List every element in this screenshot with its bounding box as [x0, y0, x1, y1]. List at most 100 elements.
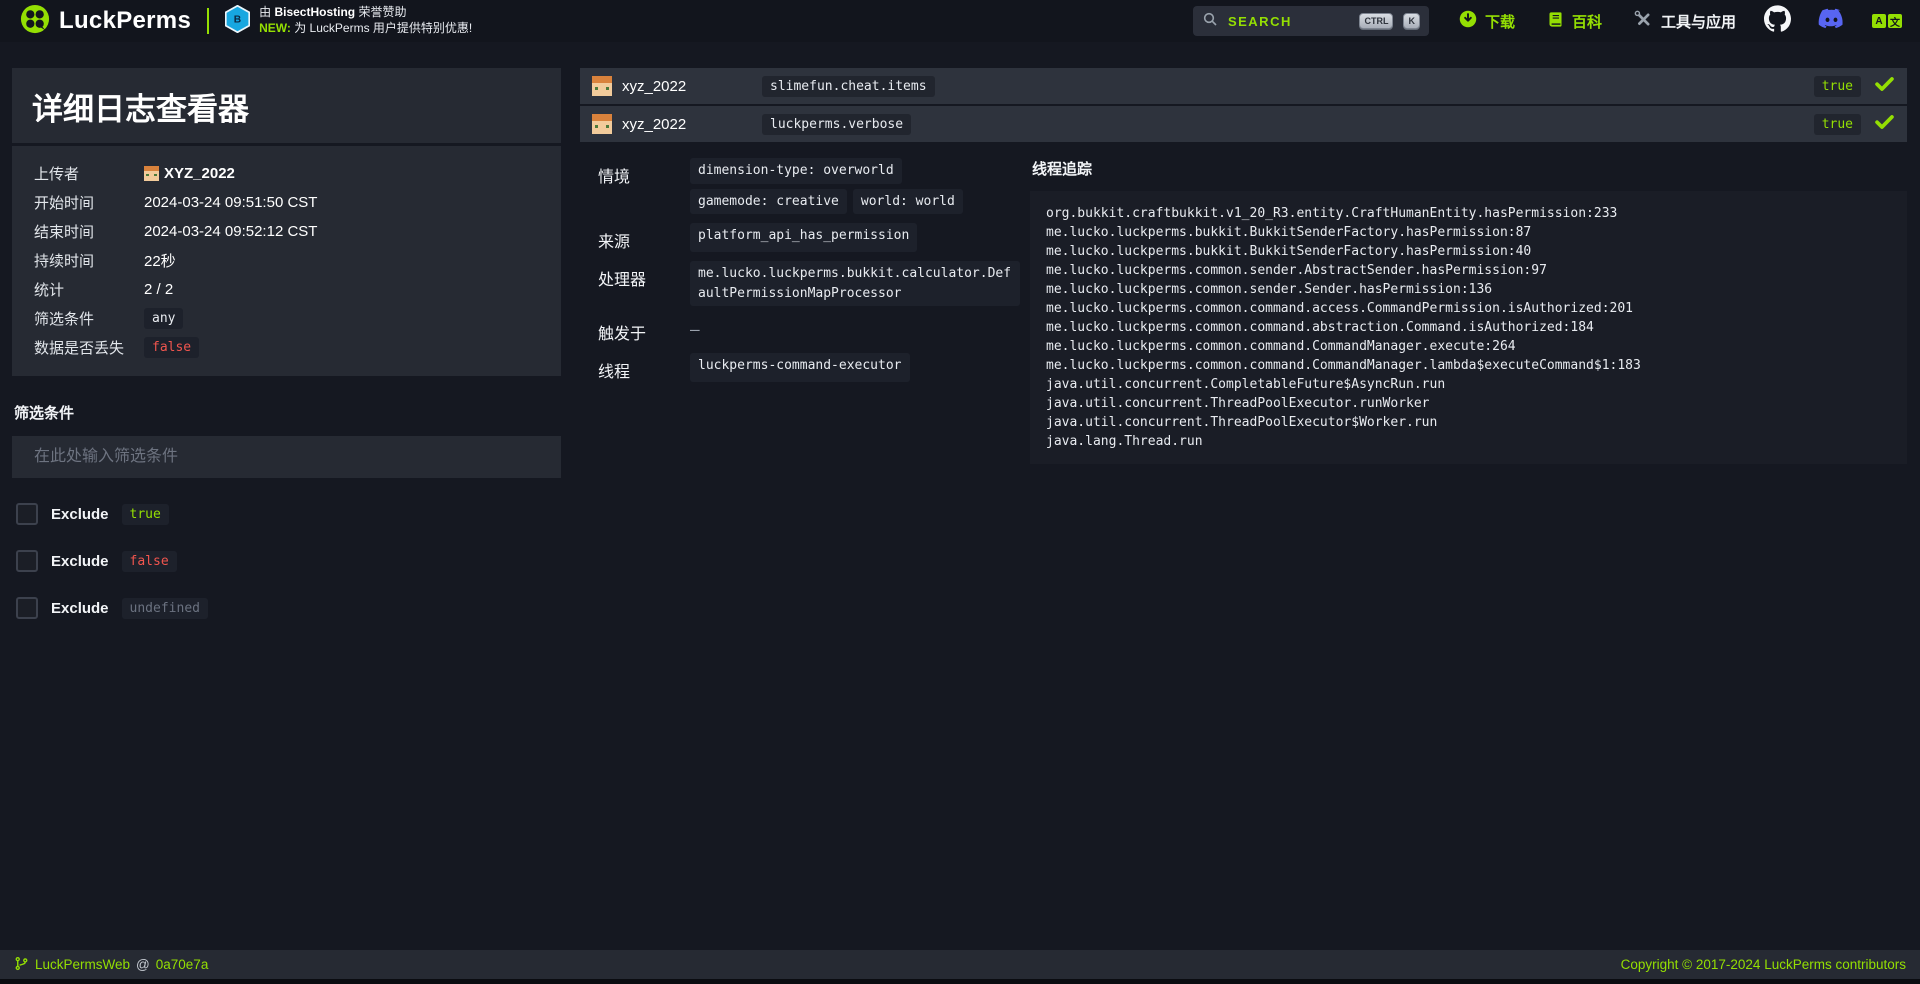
exclude-false-value: false [122, 551, 177, 572]
exclude-false-label: Exclude [51, 553, 109, 570]
exclude-true-value: true [122, 504, 169, 525]
git-branch-icon [14, 956, 29, 974]
footer: LuckPermsWeb @ 0a70e7a Copyright © 2017-… [0, 950, 1920, 979]
thread-value: luckperms-command-executor [690, 353, 910, 382]
exclude-undefined-value: undefined [122, 598, 208, 619]
detail-caused-by-row: 触发于 — [580, 315, 1030, 344]
detail-thread-label: 线程 [580, 353, 690, 382]
sponsor-banner[interactable]: B 由 BisectHosting 荣誉赞助 NEW: 为 LuckPerms … [225, 5, 472, 38]
trace-line: me.lucko.luckperms.common.command.Comman… [1046, 356, 1891, 375]
meta-start-value: 2024-03-24 09:51:50 CST [144, 194, 317, 211]
detail-context-row: 情境 dimension-type: overworld gamemode: c… [580, 158, 1030, 214]
uploader-avatar [144, 166, 159, 181]
svg-text:B: B [234, 14, 241, 25]
meta-duration-row: 持续时间 22秒 [34, 249, 541, 271]
brand-link[interactable]: LuckPerms [20, 4, 191, 39]
meta-truncated-row: 数据是否丢失 false [34, 336, 541, 358]
nav-download[interactable]: 下载 [1459, 10, 1515, 32]
detail-fields: 情境 dimension-type: overworld gamemode: c… [580, 158, 1030, 391]
search-button[interactable]: SEARCH CTRL K [1193, 6, 1429, 36]
meta-duration-label: 持续时间 [34, 250, 144, 271]
github-icon[interactable] [1764, 5, 1791, 37]
context-value: gamemode: creative [690, 189, 847, 215]
book-icon [1547, 11, 1564, 32]
result-row-1[interactable]: xyz_2022 slimefun.cheat.items true [580, 68, 1907, 104]
sponsor-new-tag: NEW: [259, 21, 291, 35]
player-avatar [592, 114, 612, 134]
translate-icon[interactable]: A 文 [1872, 14, 1902, 28]
translate-latin-glyph: A [1872, 14, 1886, 28]
check-icon [1874, 73, 1895, 99]
footer-at-sign: @ [136, 957, 150, 972]
session-meta-panel: 上传者 XYZ_2022 开始时间 2024-03-24 09:51:50 CS… [12, 146, 561, 376]
permission-node: luckperms.verbose [762, 114, 911, 135]
nav-wiki-label: 百科 [1572, 11, 1602, 32]
detail-processor-label: 处理器 [580, 261, 690, 306]
meta-stats-label: 统计 [34, 279, 144, 300]
search-icon [1202, 11, 1218, 32]
trace-line: me.lucko.luckperms.common.sender.Abstrac… [1046, 261, 1891, 280]
meta-truncated-label: 数据是否丢失 [34, 337, 144, 358]
trace-line: java.util.concurrent.CompletableFuture$A… [1046, 375, 1891, 394]
meta-end-value: 2024-03-24 09:52:12 CST [144, 223, 317, 240]
page-title: 详细日志查看器 [32, 84, 541, 129]
nav-items: 下载 百科 [1459, 10, 1736, 33]
trace-section: 线程追踪 org.bukkit.craftbukkit.v1_20_R3.ent… [1030, 158, 1907, 464]
meta-stats-row: 统计 2 / 2 [34, 278, 541, 300]
context-value: world: world [853, 189, 963, 215]
detail-processor-row: 处理器 me.lucko.luckperms.bukkit.calculator… [580, 261, 1030, 306]
meta-start-row: 开始时间 2024-03-24 09:51:50 CST [34, 191, 541, 213]
result-detail-panel: 情境 dimension-type: overworld gamemode: c… [580, 144, 1907, 464]
meta-uploader-row: 上传者 XYZ_2022 [34, 162, 541, 184]
luckperms-verbose-viewer: LuckPerms B 由 BisectHosting 荣誉赞助 NEW: 为 … [0, 0, 1920, 984]
meta-uploader-label: 上传者 [34, 163, 144, 184]
exclude-false-row: Exclude false [12, 550, 561, 572]
nav-download-label: 下载 [1485, 11, 1515, 32]
meta-start-label: 开始时间 [34, 192, 144, 213]
meta-uploader-value: XYZ_2022 [164, 165, 235, 182]
result-row-user: xyz_2022 [592, 76, 762, 96]
footer-repo-link[interactable]: LuckPermsWeb @ 0a70e7a [14, 956, 208, 974]
luckperms-clover-icon [20, 4, 50, 39]
header-icon-buttons: A 文 [1764, 4, 1902, 38]
meta-stats-value: 2 / 2 [144, 281, 173, 298]
trace-line: me.lucko.luckperms.bukkit.BukkitSenderFa… [1046, 242, 1891, 261]
result-row-user: xyz_2022 [592, 114, 762, 134]
results-area: xyz_2022 slimefun.cheat.items true xyz_2… [580, 68, 1907, 464]
detail-context-label: 情境 [580, 158, 690, 214]
brand-name: LuckPerms [59, 7, 191, 35]
translate-cjk-glyph: 文 [1888, 14, 1902, 28]
exclude-undefined-checkbox[interactable] [16, 597, 38, 619]
exclude-true-checkbox[interactable] [16, 503, 38, 525]
permission-node: slimefun.cheat.items [762, 76, 935, 97]
detail-thread-row: 线程 luckperms-command-executor [580, 353, 1030, 382]
trace-line: java.lang.Thread.run [1046, 432, 1891, 451]
check-icon [1874, 111, 1895, 137]
result-value-badge: true [1814, 76, 1861, 97]
discord-icon[interactable] [1817, 4, 1846, 38]
sponsor-name: BisectHosting [274, 5, 355, 19]
trace-line: me.lucko.luckperms.common.command.abstra… [1046, 318, 1891, 337]
trace-line: me.lucko.luckperms.common.command.Comman… [1046, 337, 1891, 356]
page-title-panel: 详细日志查看器 [12, 68, 561, 143]
footer-copyright: Copyright © 2017-2024 LuckPerms contribu… [1621, 957, 1906, 972]
result-value-badge: true [1814, 114, 1861, 135]
exclude-undefined-label: Exclude [51, 600, 109, 617]
result-row-2[interactable]: xyz_2022 luckperms.verbose true [580, 106, 1907, 142]
nav-tools[interactable]: 工具与应用 [1634, 10, 1736, 33]
k-keycap: K [1403, 13, 1420, 29]
detail-caused-by-label: 触发于 [580, 315, 690, 344]
nav-wiki[interactable]: 百科 [1547, 11, 1602, 32]
navbar: LuckPerms B 由 BisectHosting 荣誉赞助 NEW: 为 … [0, 0, 1920, 42]
meta-end-label: 结束时间 [34, 221, 144, 242]
footer-commit-hash: 0a70e7a [156, 957, 209, 972]
meta-filter-row: 筛选条件 any [34, 307, 541, 329]
filter-heading: 筛选条件 [14, 402, 559, 423]
processor-value: me.lucko.luckperms.bukkit.calculator.Def… [690, 261, 1020, 306]
exclude-undefined-row: Exclude undefined [12, 597, 561, 619]
session-sidebar: 详细日志查看器 上传者 XYZ_2022 开始时间 2024-03-24 09:… [12, 68, 561, 619]
player-name: xyz_2022 [622, 78, 686, 95]
filter-input[interactable] [12, 436, 561, 478]
nav-tools-label: 工具与应用 [1661, 11, 1736, 32]
exclude-false-checkbox[interactable] [16, 550, 38, 572]
